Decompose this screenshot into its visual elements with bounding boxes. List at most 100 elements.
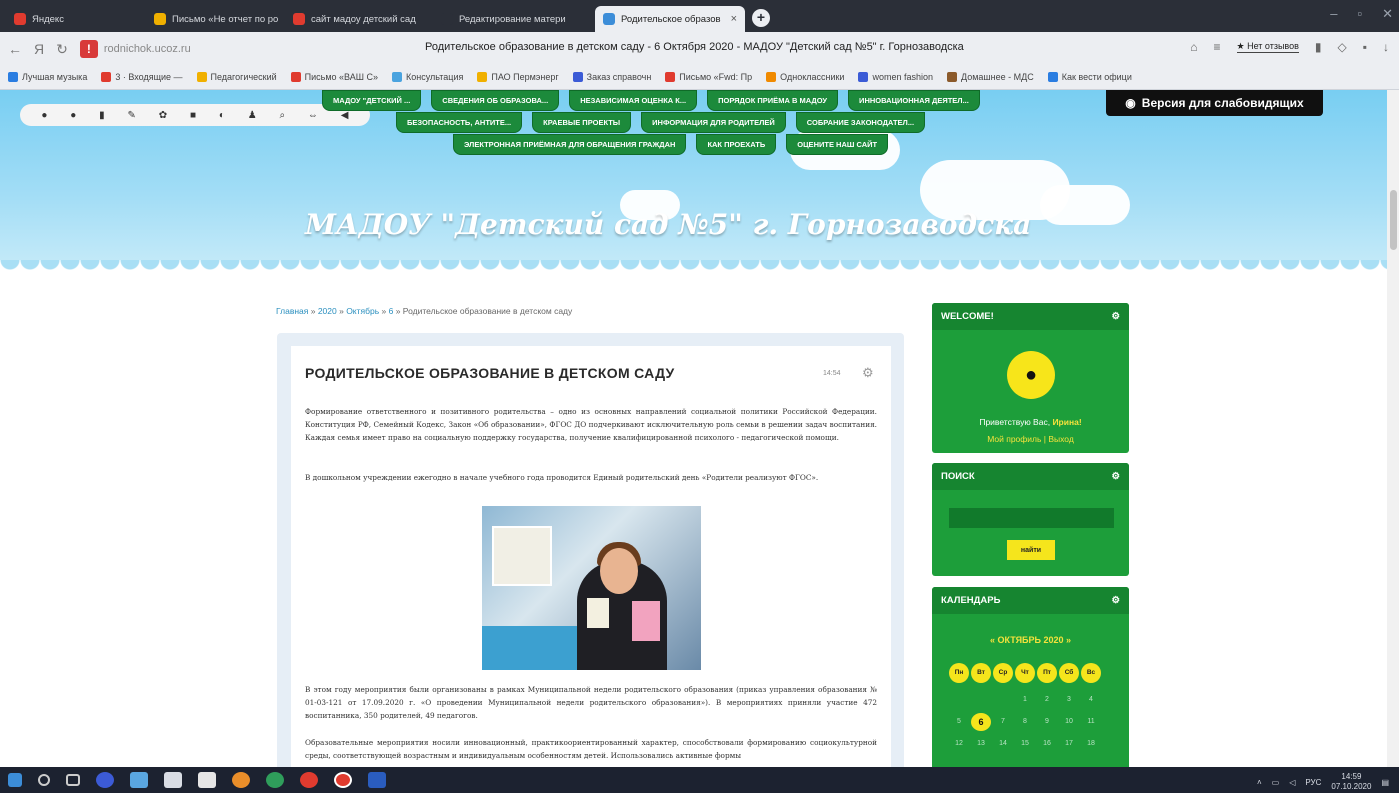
- reload-icon[interactable]: ↻: [56, 41, 68, 58]
- pen-icon[interactable]: ✎: [128, 110, 136, 121]
- bookmark-item[interactable]: Письмо «Fwd: Пр: [665, 72, 752, 82]
- app-icon[interactable]: [96, 772, 114, 788]
- main-menu-item[interactable]: СВЕДЕНИЯ ОБ ОБРАЗОВА...: [431, 90, 560, 111]
- user-avatar-icon[interactable]: ●: [1007, 351, 1055, 399]
- calendar-day[interactable]: 14: [993, 735, 1013, 753]
- search-input[interactable]: [949, 508, 1114, 528]
- shield-icon[interactable]: ◇: [1338, 40, 1347, 54]
- scrollbar[interactable]: [1387, 90, 1399, 767]
- yandex-icon[interactable]: Я: [34, 41, 44, 57]
- opera-icon[interactable]: [300, 772, 318, 788]
- close-icon[interactable]: ✕: [1382, 6, 1393, 22]
- calendar-month[interactable]: « ОКТЯБРЬ 2020 »: [932, 635, 1129, 645]
- bookmark-item[interactable]: Как вести офици: [1047, 72, 1132, 82]
- font-icon[interactable]: ▮: [99, 110, 105, 121]
- scrollbar-thumb[interactable]: [1390, 190, 1397, 250]
- extension-icon[interactable]: ▪: [1363, 40, 1367, 54]
- calendar-day[interactable]: 13: [971, 735, 991, 753]
- language-indicator[interactable]: РУС: [1305, 778, 1321, 787]
- search-icon[interactable]: ⌕: [279, 110, 285, 121]
- low-vision-button[interactable]: ◉ Версия для слабовидящих: [1106, 90, 1323, 116]
- browser-icon[interactable]: [266, 772, 284, 788]
- browser-tab[interactable]: сайт мадоу детский сад: [285, 6, 420, 32]
- main-menu-item[interactable]: КАК ПРОЕХАТЬ: [696, 134, 777, 155]
- volume-icon[interactable]: ◀: [341, 110, 349, 121]
- search-icon[interactable]: [38, 774, 50, 786]
- main-menu-item[interactable]: ЭЛЕКТРОННАЯ ПРИЁМНАЯ ДЛЯ ОБРАЩЕНИЯ ГРАЖД…: [453, 134, 687, 155]
- main-menu-item[interactable]: ОЦЕНИТЕ НАШ САЙТ: [786, 134, 889, 155]
- url-text[interactable]: rodnichok.ucoz.ru: [104, 43, 191, 55]
- minimize-icon[interactable]: –: [1330, 6, 1337, 22]
- breadcrumb-year[interactable]: 2020: [318, 306, 337, 316]
- calendar-day[interactable]: 3: [1059, 691, 1079, 709]
- warning-icon[interactable]: !: [79, 40, 98, 58]
- bookmark-icon[interactable]: ▮: [1315, 40, 1322, 54]
- calendar-day[interactable]: 2: [1037, 691, 1057, 709]
- main-menu-item[interactable]: ПОРЯДОК ПРИЁМА В МАДОУ: [707, 90, 839, 111]
- bookmark-item[interactable]: ПАО Пермэнерг: [477, 72, 559, 82]
- maximize-icon[interactable]: ▫: [1357, 6, 1362, 22]
- main-menu-item[interactable]: БЕЗОПАСНОСТЬ, АНТИТЕ...: [396, 112, 523, 133]
- gear-icon[interactable]: ⚙: [862, 365, 874, 381]
- reviews-link[interactable]: ★ Нет отзывов: [1236, 41, 1299, 53]
- bookmark-item[interactable]: Письмо «ВАШ С»: [290, 72, 378, 82]
- back-icon[interactable]: ←: [8, 41, 22, 57]
- calendar-day[interactable]: 12: [949, 735, 969, 753]
- calendar-day[interactable]: 16: [1037, 735, 1057, 753]
- bookmark-item[interactable]: women fashion: [858, 72, 933, 82]
- app-icon[interactable]: [130, 772, 148, 788]
- menu-lines-icon[interactable]: ≡: [1213, 40, 1220, 54]
- browser-tab[interactable]: Письмо «Не отчет по ро: [146, 6, 281, 32]
- new-tab-button[interactable]: +: [752, 9, 770, 27]
- main-menu-item[interactable]: ИНФОРМАЦИЯ ДЛЯ РОДИТЕЛЕЙ: [641, 112, 786, 133]
- breadcrumb-home[interactable]: Главная: [276, 306, 308, 316]
- sound-icon[interactable]: ●: [41, 110, 47, 121]
- windows-start-icon[interactable]: [8, 773, 22, 787]
- reader-icon[interactable]: ⌂: [1190, 40, 1197, 54]
- gear-icon[interactable]: ⚙: [1111, 595, 1120, 606]
- mail-icon[interactable]: [198, 772, 216, 788]
- bookmark-item[interactable]: Лучшая музыка: [8, 72, 87, 82]
- gear-icon[interactable]: ⚙: [1111, 471, 1120, 482]
- main-menu-item[interactable]: КРАЕВЫЕ ПРОЕКТЫ: [532, 112, 632, 133]
- network-icon[interactable]: ▭: [1272, 778, 1280, 787]
- calendar-day[interactable]: 4: [1081, 691, 1101, 709]
- tab-close-icon[interactable]: ×: [731, 13, 737, 25]
- main-menu-item[interactable]: МАДОУ "ДЕТСКИЙ ...: [322, 90, 422, 111]
- article-photo[interactable]: [482, 506, 701, 670]
- search-button[interactable]: найти: [1007, 540, 1055, 560]
- main-menu-item[interactable]: ИННОВАЦИОННАЯ ДЕЯТЕЛ...: [848, 90, 980, 111]
- calendar-day[interactable]: 17: [1059, 735, 1079, 753]
- browser-icon[interactable]: [232, 772, 250, 788]
- browser-tab[interactable]: Редактирование матери: [433, 6, 583, 32]
- profile-link[interactable]: Мой профиль: [987, 434, 1041, 444]
- bookmark-item[interactable]: Консультация: [392, 72, 463, 82]
- calendar-day[interactable]: 7: [993, 713, 1013, 731]
- contrast-icon[interactable]: ◐: [219, 110, 225, 121]
- breadcrumb-month[interactable]: Октябрь: [346, 306, 379, 316]
- gear-icon[interactable]: ⚙: [1111, 311, 1120, 322]
- user-icon[interactable]: ♟: [248, 110, 257, 121]
- folder-icon[interactable]: ■: [190, 110, 196, 121]
- settings-icon[interactable]: ✿: [159, 110, 167, 121]
- bookmark-item[interactable]: Одноклассники: [766, 72, 844, 82]
- yandex-browser-icon[interactable]: [334, 772, 352, 788]
- logout-link[interactable]: Выход: [1048, 434, 1073, 444]
- bookmark-item[interactable]: Заказ справочн: [572, 72, 651, 82]
- calendar-day[interactable]: 9: [1037, 713, 1057, 731]
- calendar-day[interactable]: 18: [1081, 735, 1101, 753]
- circle-icon[interactable]: ●: [70, 110, 76, 121]
- task-view-icon[interactable]: [66, 774, 80, 786]
- site-title[interactable]: МАДОУ "Детский сад №5" г. Горнозаводска: [305, 208, 1031, 241]
- volume-icon[interactable]: ◁: [1289, 778, 1295, 787]
- calendar-day[interactable]: 15: [1015, 735, 1035, 753]
- link-icon[interactable]: ⇔: [308, 110, 318, 121]
- store-icon[interactable]: [164, 772, 182, 788]
- clock[interactable]: 14:59 07.10.2020: [1331, 772, 1371, 792]
- breadcrumb-day[interactable]: 6: [389, 306, 394, 316]
- calendar-day[interactable]: 5: [949, 713, 969, 731]
- download-icon[interactable]: ↓: [1383, 40, 1389, 54]
- calendar-day[interactable]: 8: [1015, 713, 1035, 731]
- calendar-day[interactable]: 6: [971, 713, 991, 731]
- main-menu-item[interactable]: СОБРАНИЕ ЗАКОНОДАТЕЛ...: [795, 112, 926, 133]
